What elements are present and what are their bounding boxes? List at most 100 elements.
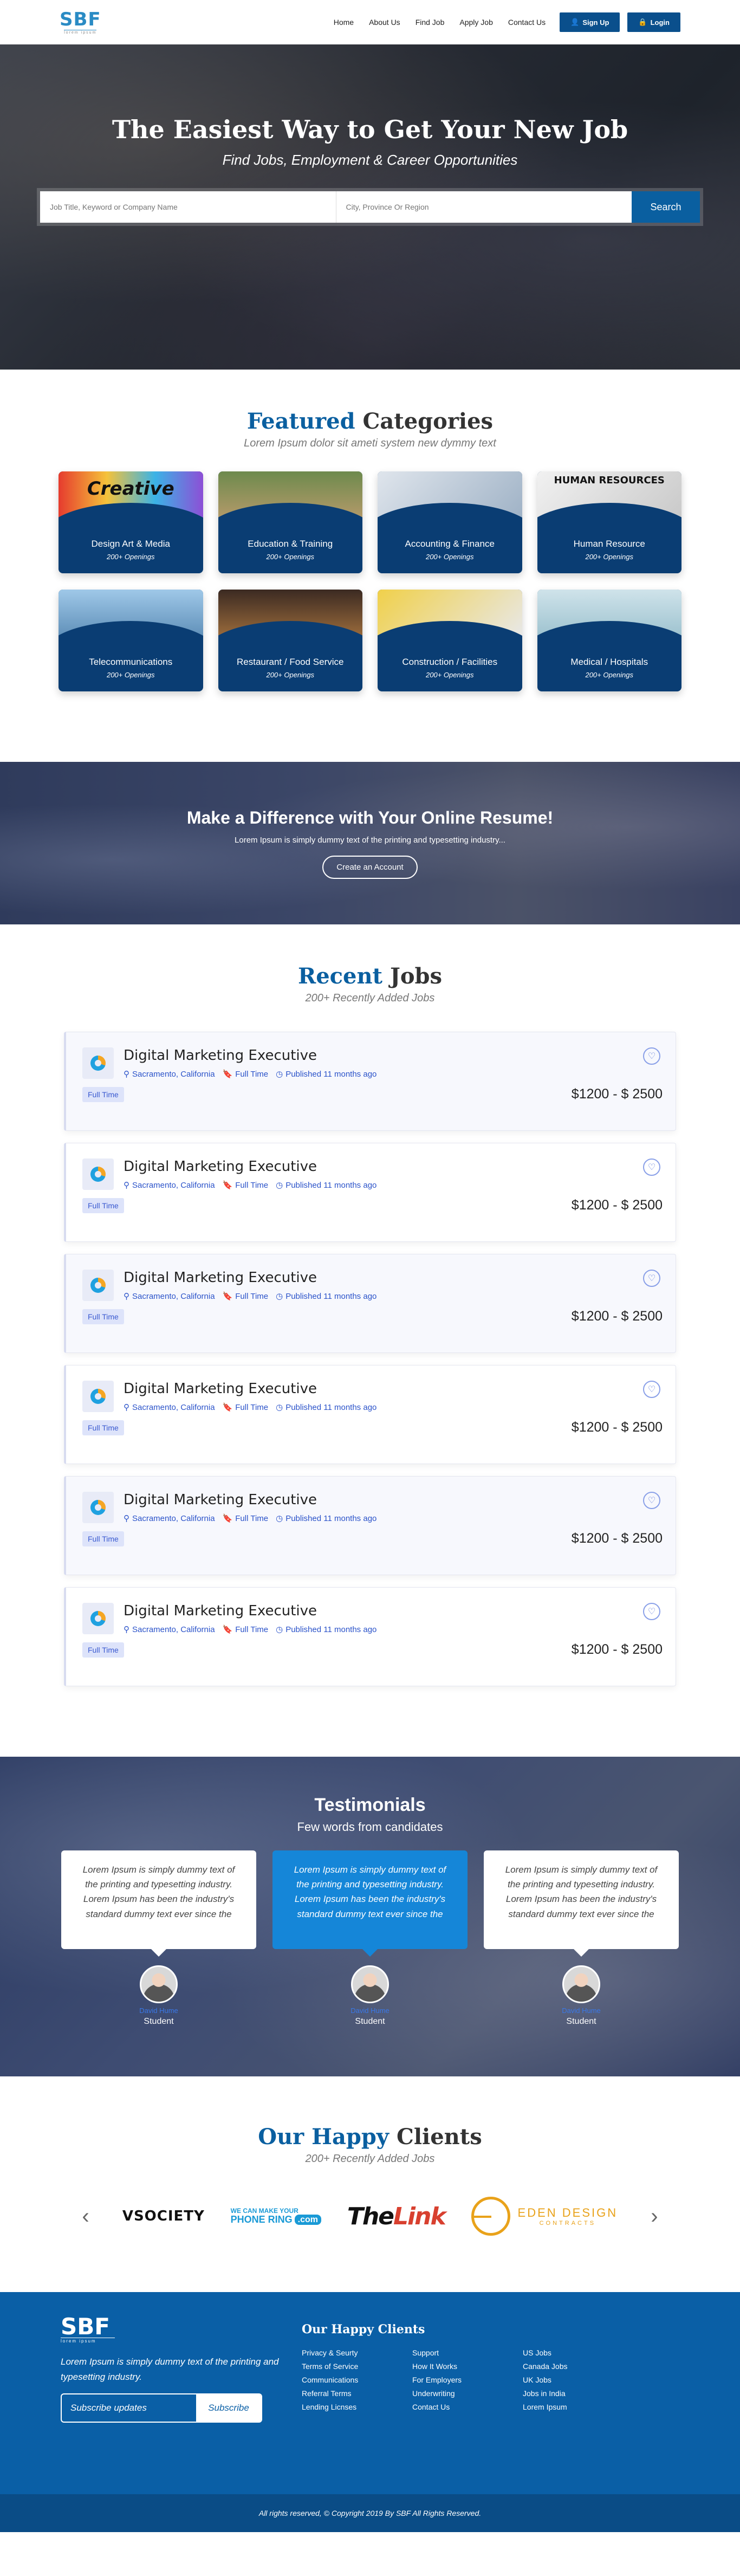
subscribe-button[interactable]: Subscribe (196, 2394, 261, 2422)
testimonial-role: Student (355, 2017, 385, 2026)
job-card[interactable]: Digital Marketing Executive ⚲ Sacramento, … (64, 1032, 676, 1131)
nav-home[interactable]: Home (327, 14, 360, 31)
title-accent: Featured (246, 409, 355, 434)
category-card[interactable]: Accounting & Finance 200+ Openings (378, 471, 522, 573)
job-title[interactable]: Digital Marketing Executive (124, 1047, 377, 1064)
footer-link[interactable]: How It Works (412, 2362, 523, 2371)
client-logo-the-link[interactable]: TheLink (347, 2195, 446, 2238)
footer-link[interactable]: Terms of Service (302, 2362, 412, 2371)
client-logo-eden-design[interactable]: EDEN DESIGN CONTRACTS (471, 2195, 618, 2238)
footer-logo-text[interactable]: SBF (61, 2315, 302, 2338)
category-image: HUMAN RESOURCES (537, 471, 681, 535)
category-card[interactable]: Telecommunications 200+ Openings (59, 590, 203, 691)
job-title[interactable]: Digital Marketing Executive (124, 1381, 377, 1397)
client-carousel: ‹ VSOCIETY WE CAN MAKE YOUR PHONE RING .… (75, 2195, 665, 2238)
category-name: Accounting & Finance (405, 538, 495, 549)
footer-link[interactable]: Jobs in India (523, 2389, 633, 2398)
category-name: Human Resource (573, 538, 645, 549)
category-name: Construction / Facilities (402, 656, 498, 667)
company-logo-icon (90, 1389, 106, 1404)
category-openings: 200+ Openings (585, 552, 634, 561)
logo-text: SBF (60, 8, 101, 30)
category-card[interactable]: HUMAN RESOURCES Human Resource 200+ Openin… (537, 471, 681, 573)
nav-find-job[interactable]: Find Job (409, 14, 451, 31)
category-openings: 200+ Openings (425, 552, 474, 561)
clients-section: Our Happy Clients 200+ Recently Added Jo… (0, 2076, 740, 2292)
category-image-text: Creative (87, 478, 174, 500)
client-logo-society[interactable]: VSOCIETY (122, 2195, 205, 2238)
category-card[interactable]: Education & Training 200+ Openings (218, 471, 362, 573)
job-meta: ⚲ Sacramento, California 🔖 Full Time ◷ Publis… (124, 1624, 377, 1635)
footer-link[interactable]: Underwriting (412, 2389, 523, 2398)
job-title[interactable]: Digital Marketing Executive (124, 1158, 377, 1175)
job-title[interactable]: Digital Marketing Executive (124, 1603, 377, 1619)
job-location: Sacramento, California (132, 1069, 215, 1079)
footer-link[interactable]: Lorem Ipsum (523, 2403, 633, 2411)
heart-icon[interactable]: ♡ (643, 1047, 660, 1065)
company-logo (82, 1047, 114, 1079)
footer-description: Lorem Ipsum is simply dummy text of the … (61, 2357, 279, 2383)
footer-link[interactable]: UK Jobs (523, 2376, 633, 2384)
footer-link[interactable]: Support (412, 2348, 523, 2357)
category-card[interactable]: Restaurant / Food Service 200+ Openings (218, 590, 362, 691)
job-card[interactable]: Digital Marketing Executive ⚲ Sacramento, … (64, 1476, 676, 1575)
job-card[interactable]: Digital Marketing Executive ⚲ Sacramento, … (64, 1254, 676, 1353)
location-input[interactable] (335, 191, 632, 223)
category-card[interactable]: Medical / Hospitals 200+ Openings (537, 590, 681, 691)
job-card[interactable]: Digital Marketing Executive ⚲ Sacramento, … (64, 1587, 676, 1686)
nav-about-us[interactable]: About Us (362, 14, 407, 31)
category-image (537, 590, 681, 653)
testimonial-name[interactable]: David Hume (350, 2007, 390, 2015)
job-salary: $1200 - $ 2500 (571, 1531, 663, 1546)
create-account-button[interactable]: Create an Account (322, 855, 418, 879)
prev-arrow-icon[interactable]: ‹ (75, 2204, 96, 2229)
signup-button[interactable]: 👤 Sign Up (560, 12, 620, 32)
company-logo (82, 1603, 114, 1634)
heart-icon[interactable]: ♡ (643, 1158, 660, 1176)
category-openings: 200+ Openings (106, 670, 155, 679)
category-name: Restaurant / Food Service (237, 656, 344, 667)
search-button[interactable]: Search (632, 191, 700, 223)
footer-link[interactable]: For Employers (412, 2376, 523, 2384)
job-type-badge: Full Time (82, 1309, 124, 1324)
footer-link[interactable]: Contact Us (412, 2403, 523, 2411)
testimonial-item: Lorem Ipsum is simply dummy text of the … (484, 1850, 679, 2027)
footer-link[interactable]: Communications (302, 2376, 412, 2384)
footer-link[interactable]: Privacy & Seurty (302, 2348, 412, 2357)
location-pin-icon: ⚲ (124, 1181, 129, 1190)
site-logo[interactable]: SBF lorem ipsum (60, 10, 101, 35)
job-title[interactable]: Digital Marketing Executive (124, 1492, 377, 1508)
job-salary: $1200 - $ 2500 (571, 1309, 663, 1324)
job-card[interactable]: Digital Marketing Executive ⚲ Sacramento, … (64, 1143, 676, 1242)
location-pin-icon: ⚲ (124, 1625, 129, 1634)
testimonial-name[interactable]: David Hume (139, 2007, 178, 2015)
heart-icon[interactable]: ♡ (643, 1381, 660, 1398)
subscribe-input[interactable] (62, 2394, 196, 2422)
heart-icon[interactable]: ♡ (643, 1270, 660, 1287)
job-title[interactable]: Digital Marketing Executive (124, 1270, 377, 1286)
job-card[interactable]: Digital Marketing Executive ⚲ Sacramento, … (64, 1365, 676, 1464)
footer-link[interactable]: Referral Terms (302, 2389, 412, 2398)
client-logo-phone-ring[interactable]: WE CAN MAKE YOUR PHONE RING .com (231, 2195, 322, 2238)
job-type-badge: Full Time (82, 1642, 124, 1658)
testimonial-name[interactable]: David Hume (562, 2007, 601, 2015)
job-salary: $1200 - $ 2500 (571, 1086, 663, 1102)
footer-link[interactable]: Lending Licnses (302, 2403, 412, 2411)
footer-link[interactable]: Canada Jobs (523, 2362, 633, 2371)
login-button[interactable]: 🔒 Login (627, 12, 680, 32)
heart-icon[interactable]: ♡ (643, 1603, 660, 1620)
user-icon: 👤 (570, 18, 580, 26)
copyright-bar: All rights reserved, © Copyright 2019 By… (0, 2494, 740, 2532)
category-card[interactable]: Creative Design Art & Media 200+ Openings (59, 471, 203, 573)
category-name: Telecommunications (89, 656, 173, 667)
footer-link[interactable]: US Jobs (523, 2348, 633, 2357)
clock-icon: ◷ (276, 1403, 283, 1412)
eden-sub: CONTRACTS (539, 2220, 596, 2227)
category-card[interactable]: Construction / Facilities 200+ Openings (378, 590, 522, 691)
next-arrow-icon[interactable]: › (644, 2204, 665, 2229)
keyword-input[interactable] (40, 191, 336, 223)
nav-apply-job[interactable]: Apply Job (453, 14, 499, 31)
heart-icon[interactable]: ♡ (643, 1492, 660, 1509)
login-label: Login (650, 18, 670, 27)
nav-contact-us[interactable]: Contact Us (502, 14, 552, 31)
